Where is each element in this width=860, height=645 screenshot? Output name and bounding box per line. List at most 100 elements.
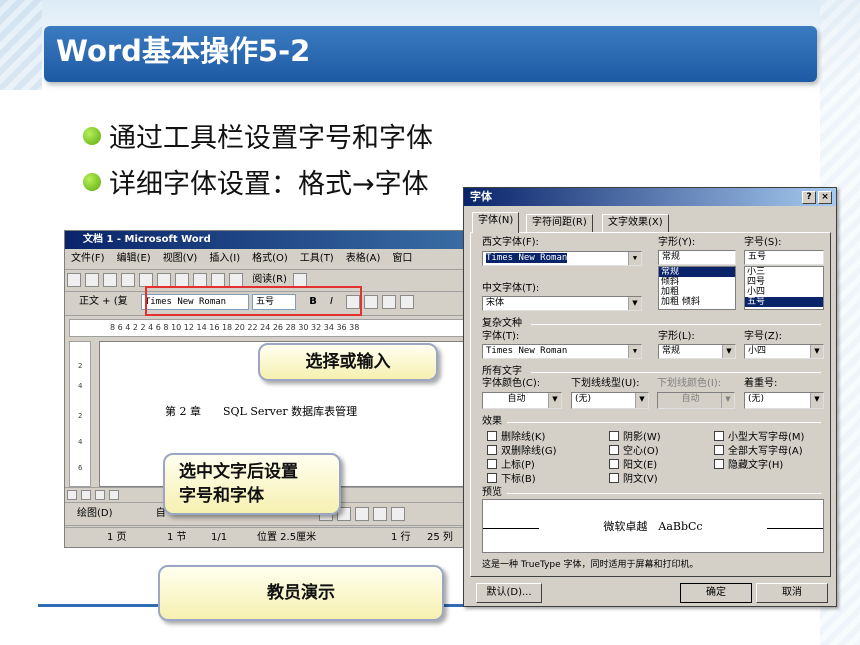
menu-file[interactable]: 文件(F) [71,253,105,264]
bullet-1: 通过工具栏设置字号和字体 [83,122,433,156]
underline-color-select[interactable]: 自动 ▼ [657,392,735,409]
preview-icon[interactable] [139,273,153,287]
effect-subscript[interactable]: 下标(B) [487,473,536,486]
paste-icon[interactable] [175,273,189,287]
menu-table[interactable]: 表格(A) [346,253,381,264]
font-color-select[interactable]: 自动 ▼ [482,392,562,409]
help-button[interactable]: ? [802,191,816,204]
preview-box: 微软卓越 AaBbCc [482,499,824,553]
effect-engrave[interactable]: 阴文(V) [609,473,658,486]
vertical-ruler[interactable]: 2 4 2 4 6 [69,341,91,487]
style-input[interactable]: 常规 [658,250,736,265]
web-view-icon[interactable] [81,490,91,500]
underline-select[interactable]: (无) ▼ [571,392,649,409]
complex-style-select[interactable]: 常规 ▼ [658,344,736,359]
checkbox[interactable] [609,473,619,483]
chevron-down-icon: ▼ [635,393,648,408]
effect-superscript[interactable]: 上标(P) [487,459,535,472]
effect-small-caps[interactable]: 小型大写字母(M) [714,431,804,444]
size-option[interactable]: 五号 [745,297,823,307]
fill-color-icon[interactable] [390,507,405,521]
effect-double-strikethrough[interactable]: 双删除线(G) [487,445,557,458]
style-box[interactable]: 正文 + (复 [79,296,128,307]
status-col: 25 列 [427,532,453,543]
clipart-icon[interactable] [354,507,369,521]
style-option[interactable]: 加粗 [659,287,735,297]
size-option[interactable]: 小三 [745,267,823,277]
emphasis-select[interactable]: (无) ▼ [744,392,824,409]
checkbox[interactable] [609,459,619,469]
print-icon[interactable] [121,273,135,287]
size-list[interactable]: 小三 四号 小四 五号 [744,266,824,310]
tab-font[interactable]: 字体(N) [472,212,520,233]
size-label: 字号(S): [744,237,782,248]
checkbox[interactable] [609,445,619,455]
numbering-icon[interactable] [400,295,415,309]
effect-strikethrough[interactable]: 删除线(K) [487,431,545,444]
status-bar: 1 页 1 节 1/1 位置 2.5厘米 1 行 25 列 [65,527,473,547]
document-text[interactable]: 第 2 章 SQL Server 数据库表管理 [165,403,357,419]
emphasis-label: 着重号: [744,378,778,389]
open-icon[interactable] [85,273,99,287]
checkbox[interactable] [487,445,497,455]
effect-outline[interactable]: 空心(O) [609,445,659,458]
outline-view-icon[interactable] [109,490,119,500]
complex-style-label: 字形(L): [658,331,695,342]
tab-effects[interactable]: 文字效果(X) [602,214,669,232]
menu-insert[interactable]: 插入(I) [209,253,240,264]
style-option[interactable]: 常规 [659,267,735,277]
read-button[interactable]: 阅读(R) [252,274,287,285]
complex-group-label: 复杂文种 [482,318,522,329]
style-option[interactable]: 倾斜 [659,277,735,287]
effect-hidden[interactable]: 隐藏文字(H) [714,459,783,472]
checkbox[interactable] [487,473,497,483]
normal-view-icon[interactable] [67,490,77,500]
cut-icon[interactable] [157,273,171,287]
size-option[interactable]: 小四 [745,287,823,297]
save-icon[interactable] [103,273,117,287]
align-center-icon[interactable] [364,295,379,309]
menu-view[interactable]: 视图(V) [163,253,198,264]
menu-tools[interactable]: 工具(T) [300,253,334,264]
complex-size-select[interactable]: 小四 ▼ [744,344,824,359]
callout-select-input: 选择或输入 [258,343,438,381]
chinese-font-select[interactable]: 宋体 ▼ [482,296,642,311]
menu-format[interactable]: 格式(O) [252,253,288,264]
menu-edit[interactable]: 编辑(E) [117,253,151,264]
dialog-titlebar: 字体 [464,188,836,206]
table-icon[interactable] [211,273,225,287]
style-list[interactable]: 常规 倾斜 加粗 加粗 倾斜 [658,266,736,310]
style-option[interactable]: 加粗 倾斜 [659,297,735,307]
format-painter-icon[interactable] [193,273,207,287]
complex-font-select[interactable]: Times New Roman ▼ [482,344,642,359]
hyperlink-icon[interactable] [229,273,243,287]
picture-icon[interactable] [372,507,387,521]
checkbox[interactable] [714,431,724,441]
new-icon[interactable] [67,273,81,287]
effect-all-caps[interactable]: 全部大写字母(A) [714,445,803,458]
checkbox[interactable] [487,459,497,469]
style-label: 字形(Y): [658,237,696,248]
decor-left [0,0,42,90]
size-input[interactable]: 五号 [744,250,824,265]
checkbox[interactable] [487,431,497,441]
checkbox[interactable] [609,431,619,441]
western-font-select[interactable]: Times New Roman ▼ [482,251,642,266]
default-button[interactable]: 默认(D)... [476,583,542,603]
print-view-icon[interactable] [95,490,105,500]
ok-button[interactable]: 确定 [680,583,752,603]
research-icon[interactable] [292,273,307,287]
menu-window[interactable]: 窗口 [392,253,412,264]
group-divider [507,422,821,423]
size-option[interactable]: 四号 [745,277,823,287]
effect-emboss[interactable]: 阳文(E) [609,459,657,472]
align-right-icon[interactable] [382,295,397,309]
effect-shadow[interactable]: 阴影(W) [609,431,661,444]
tab-spacing[interactable]: 字符间距(R) [526,214,593,232]
horizontal-ruler[interactable]: 8 6 4 2 2 4 6 8 10 12 14 16 18 20 22 24 … [69,319,471,337]
cancel-button[interactable]: 取消 [756,583,828,603]
checkbox[interactable] [714,459,724,469]
draw-menu[interactable]: 绘图(D) [77,508,113,519]
checkbox[interactable] [714,445,724,455]
close-button[interactable]: × [818,191,832,204]
